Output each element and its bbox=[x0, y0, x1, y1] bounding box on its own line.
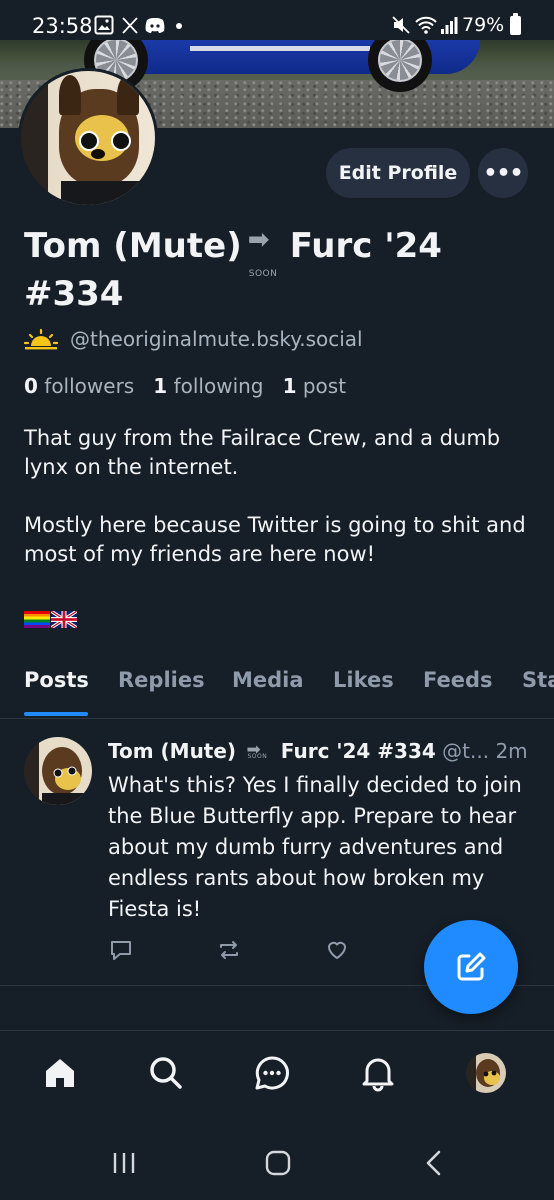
banner-car-stripe bbox=[190, 46, 370, 51]
active-tab-indicator bbox=[24, 712, 88, 716]
signal-icon bbox=[441, 17, 458, 34]
like-icon[interactable] bbox=[324, 937, 350, 963]
edit-profile-button[interactable]: Edit Profile bbox=[326, 148, 470, 198]
back-icon bbox=[426, 1150, 441, 1176]
wifi-icon bbox=[415, 16, 437, 34]
post-author-name-part1[interactable]: Tom (Mute) bbox=[108, 739, 236, 763]
reply-icon[interactable] bbox=[108, 937, 134, 963]
tab-feeds[interactable]: Feeds bbox=[423, 668, 493, 692]
post-header: Tom (Mute) ➡ SOON Furc '24 #334 @t... 2m bbox=[108, 738, 538, 763]
profile-avatar[interactable] bbox=[18, 68, 158, 208]
post-timestamp[interactable]: 2m bbox=[495, 739, 527, 763]
post-author-avatar[interactable] bbox=[24, 737, 92, 805]
soon-arrow-emoji: ➡ SOON bbox=[248, 225, 284, 279]
soon-label: SOON bbox=[248, 269, 278, 279]
x-app-notification-icon bbox=[122, 17, 138, 34]
posts-stat: 1 post bbox=[282, 374, 347, 398]
tab-likes[interactable]: Likes bbox=[333, 668, 394, 692]
nav-search[interactable] bbox=[146, 1053, 186, 1093]
gallery-notification-icon bbox=[94, 15, 114, 35]
post-author-name-part2[interactable]: Furc '24 #334 bbox=[281, 739, 436, 763]
home-button[interactable] bbox=[258, 1148, 298, 1178]
nav-chat[interactable] bbox=[252, 1053, 292, 1093]
system-navigation-bar bbox=[0, 1122, 554, 1200]
search-icon bbox=[150, 1057, 182, 1089]
uk-flag-icon bbox=[51, 610, 77, 628]
display-name-part2: Furc '24 bbox=[289, 226, 442, 266]
handle-row: @theoriginalmute.bsky.social bbox=[24, 326, 363, 352]
tab-posts[interactable]: Posts bbox=[24, 668, 89, 692]
compose-icon bbox=[457, 952, 486, 981]
rainbow-flag-icon bbox=[24, 610, 50, 628]
bottom-navigation bbox=[0, 1030, 554, 1123]
more-options-button[interactable]: ••• bbox=[478, 148, 528, 198]
battery-icon bbox=[510, 13, 521, 35]
bio-paragraph-1: That guy from the Failrace Crew, and a d… bbox=[24, 426, 501, 479]
notifications-icon bbox=[362, 1058, 394, 1092]
profile-bio: That guy from the Failrace Crew, and a d… bbox=[24, 424, 534, 633]
repost-icon[interactable] bbox=[216, 937, 242, 963]
post-text: What's this? Yes I finally decided to jo… bbox=[108, 773, 522, 921]
tab-replies[interactable]: Replies bbox=[118, 668, 205, 692]
profile-tabs: Posts Replies Media Likes Feeds Sta bbox=[0, 660, 554, 719]
notification-dot bbox=[176, 23, 182, 29]
display-name: Tom (Mute) ➡ SOON Furc '24 #334 bbox=[24, 222, 544, 318]
nav-home[interactable] bbox=[40, 1053, 80, 1093]
mute-icon bbox=[392, 16, 410, 34]
fursuit-avatar-image bbox=[42, 747, 86, 805]
bio-paragraph-2: Mostly here because Twitter is going to … bbox=[24, 513, 526, 566]
fursuit-avatar-image bbox=[476, 1059, 500, 1087]
tab-media[interactable]: Media bbox=[232, 668, 304, 692]
nav-profile-avatar[interactable] bbox=[466, 1053, 506, 1093]
recents-button[interactable] bbox=[104, 1148, 144, 1178]
nav-notifications[interactable] bbox=[358, 1053, 398, 1093]
compose-post-button[interactable] bbox=[424, 920, 518, 1014]
post-author-handle[interactable]: @t... bbox=[442, 739, 489, 763]
bio-flags bbox=[24, 604, 534, 633]
display-name-part1: Tom (Mute) bbox=[24, 226, 242, 266]
profile-handle[interactable]: @theoriginalmute.bsky.social bbox=[70, 327, 363, 351]
sunrise-emoji-icon bbox=[24, 328, 58, 350]
home-icon bbox=[46, 1059, 74, 1087]
back-button[interactable] bbox=[414, 1148, 454, 1178]
home-button-icon bbox=[265, 1150, 291, 1176]
display-name-line2: #334 bbox=[24, 274, 124, 314]
clock: 23:58 bbox=[32, 14, 93, 38]
discord-notification-icon bbox=[145, 18, 165, 33]
profile-stats: 0 followers 1 following 1 post bbox=[24, 374, 346, 398]
chat-icon bbox=[255, 1056, 289, 1090]
followers-stat[interactable]: 0 followers bbox=[24, 374, 134, 398]
soon-arrow-emoji: ➡ SOON bbox=[246, 740, 268, 760]
recents-icon bbox=[113, 1153, 135, 1173]
following-stat[interactable]: 1 following bbox=[153, 374, 263, 398]
tab-starter-packs[interactable]: Sta bbox=[522, 668, 554, 692]
battery-percent: 79% bbox=[462, 14, 505, 36]
